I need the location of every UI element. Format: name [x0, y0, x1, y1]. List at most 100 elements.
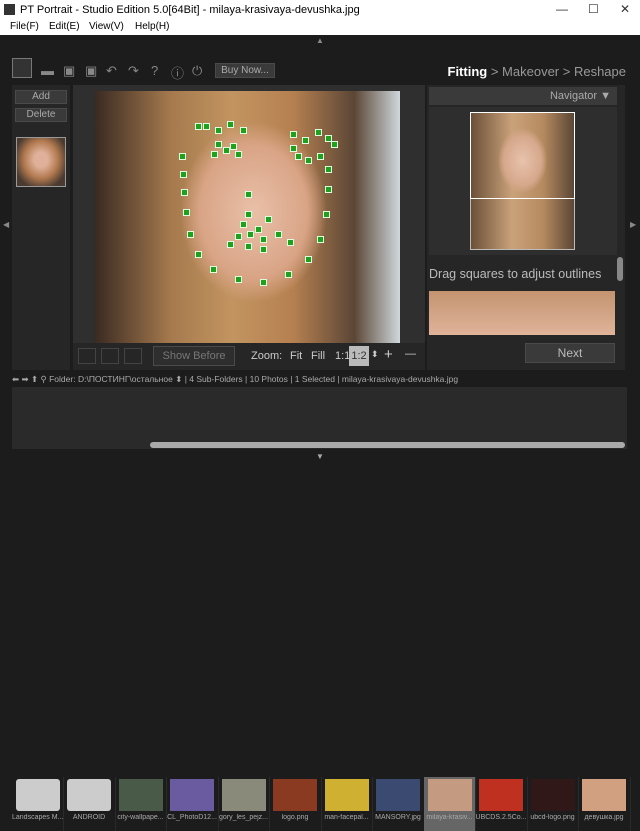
- landmark-handle[interactable]: [255, 226, 262, 233]
- menu-view[interactable]: View(V): [89, 21, 124, 32]
- filmstrip-item[interactable]: milaya-krasiv...: [424, 777, 476, 831]
- maximize-icon[interactable]: ☐: [588, 2, 599, 16]
- filmstrip-scrollbar[interactable]: [150, 442, 625, 448]
- menu-help[interactable]: Help(H): [135, 21, 169, 32]
- landmark-handle[interactable]: [211, 151, 218, 158]
- landmark-handle[interactable]: [305, 157, 312, 164]
- landmark-handle[interactable]: [235, 276, 242, 283]
- zoom-fill-button[interactable]: Fill: [311, 350, 325, 362]
- filmstrip-item[interactable]: logo.png: [270, 777, 322, 831]
- landmark-handle[interactable]: [210, 266, 217, 273]
- filmstrip-item[interactable]: UBCDS.2.5Co...: [476, 777, 528, 831]
- folder-open-icon[interactable]: ▬: [41, 63, 54, 78]
- landmark-handle[interactable]: [215, 141, 222, 148]
- filmstrip-item[interactable]: ubcd-logo.png: [527, 777, 579, 831]
- landmark-handle[interactable]: [290, 131, 297, 138]
- split-horizontal-icon[interactable]: [124, 348, 142, 364]
- landmark-handle[interactable]: [290, 145, 297, 152]
- show-before-button[interactable]: Show Before: [153, 346, 235, 366]
- collapse-bottom-icon[interactable]: ▼: [316, 452, 324, 461]
- landmark-handle[interactable]: [302, 137, 309, 144]
- save-icon[interactable]: ▣: [63, 63, 75, 79]
- zoom-1-2-button[interactable]: 1:2: [349, 346, 369, 366]
- landmark-handle[interactable]: [325, 166, 332, 173]
- landmark-handle[interactable]: [295, 153, 302, 160]
- landmark-handle[interactable]: [240, 221, 247, 228]
- filmstrip-item[interactable]: Landscapes M...: [12, 777, 64, 831]
- filmstrip-item[interactable]: CL_PhotoD12...: [167, 777, 219, 831]
- portrait-photo[interactable]: [95, 91, 400, 343]
- next-button[interactable]: Next: [525, 343, 615, 363]
- search-icon[interactable]: ⚲: [41, 374, 47, 384]
- landmark-handle[interactable]: [223, 147, 230, 154]
- back-icon[interactable]: ⬅: [12, 374, 19, 384]
- folder-path-select[interactable]: D:\ПОСТИНГ\остальное ⬍: [78, 374, 182, 384]
- landmark-handle[interactable]: [235, 233, 242, 240]
- menu-file[interactable]: File(F): [10, 21, 39, 32]
- landmark-handle[interactable]: [317, 236, 324, 243]
- landmark-handle[interactable]: [265, 216, 272, 223]
- single-view-icon[interactable]: [78, 348, 96, 364]
- info-icon[interactable]: ⓘ: [171, 63, 184, 82]
- help-icon[interactable]: ?: [151, 63, 158, 78]
- landmark-handle[interactable]: [315, 129, 322, 136]
- landmark-handle[interactable]: [195, 123, 202, 130]
- filmstrip-item[interactable]: девушка.jpg: [579, 777, 631, 831]
- plugin-icon[interactable]: ⏻: [192, 63, 202, 79]
- landmark-handle[interactable]: [305, 256, 312, 263]
- landmark-handle[interactable]: [187, 231, 194, 238]
- right-panel-scrollbar[interactable]: [617, 257, 623, 281]
- menu-edit[interactable]: Edit(E): [49, 21, 80, 32]
- landmark-handle[interactable]: [325, 186, 332, 193]
- landmark-handle[interactable]: [260, 279, 267, 286]
- face-thumbnail[interactable]: [16, 137, 66, 187]
- landmark-handle[interactable]: [245, 191, 252, 198]
- buy-now-button[interactable]: Buy Now...: [215, 63, 275, 78]
- landmark-handle[interactable]: [240, 127, 247, 134]
- zoom-1-1-button[interactable]: 1:1: [335, 350, 350, 362]
- landmark-handle[interactable]: [183, 209, 190, 216]
- landmark-handle[interactable]: [203, 123, 210, 130]
- zoom-out-button[interactable]: —: [405, 348, 416, 360]
- zoom-stepper-icon[interactable]: ⬍: [371, 349, 379, 360]
- landmark-handle[interactable]: [215, 127, 222, 134]
- landmark-handle[interactable]: [181, 189, 188, 196]
- up-icon[interactable]: ⬆: [31, 374, 38, 384]
- filmstrip-item[interactable]: ANDROID: [64, 777, 116, 831]
- collapse-left-icon[interactable]: ◀: [3, 220, 9, 229]
- step-fitting[interactable]: Fitting: [448, 64, 488, 79]
- step-reshape[interactable]: Reshape: [574, 64, 626, 79]
- redo-icon[interactable]: ↷: [128, 63, 139, 79]
- filmstrip-item[interactable]: MANSORY.jpg: [373, 777, 425, 831]
- landmark-handle[interactable]: [235, 151, 242, 158]
- collapse-right-icon[interactable]: ▶: [630, 220, 636, 229]
- landmark-handle[interactable]: [247, 231, 254, 238]
- filmstrip-item[interactable]: man-facepal...: [321, 777, 373, 831]
- landmark-handle[interactable]: [230, 143, 237, 150]
- step-makeover[interactable]: Makeover: [502, 64, 559, 79]
- landmark-handle[interactable]: [323, 211, 330, 218]
- landmark-handle[interactable]: [195, 251, 202, 258]
- split-vertical-icon[interactable]: [101, 348, 119, 364]
- landmark-handle[interactable]: [245, 211, 252, 218]
- undo-icon[interactable]: ↶: [106, 63, 117, 79]
- landmark-handle[interactable]: [260, 236, 267, 243]
- minimize-icon[interactable]: —: [556, 2, 568, 16]
- landmark-handle[interactable]: [180, 171, 187, 178]
- landmark-handle[interactable]: [179, 153, 186, 160]
- navigator-viewport[interactable]: [470, 112, 575, 199]
- navigator-header[interactable]: Navigator ▼: [429, 87, 617, 105]
- landmark-handle[interactable]: [260, 246, 267, 253]
- zoom-fit-button[interactable]: Fit: [290, 350, 302, 362]
- landmark-handle[interactable]: [245, 243, 252, 250]
- landmark-handle[interactable]: [285, 271, 292, 278]
- landmark-handle[interactable]: [227, 241, 234, 248]
- forward-icon[interactable]: ➡: [22, 374, 29, 384]
- collapse-top-icon[interactable]: ▲: [316, 36, 324, 45]
- landmark-handle[interactable]: [275, 231, 282, 238]
- save-as-icon[interactable]: ▣: [85, 63, 97, 79]
- landmark-handle[interactable]: [287, 239, 294, 246]
- landmark-handle[interactable]: [317, 153, 324, 160]
- close-icon[interactable]: ✕: [620, 2, 630, 16]
- landmark-handle[interactable]: [331, 141, 338, 148]
